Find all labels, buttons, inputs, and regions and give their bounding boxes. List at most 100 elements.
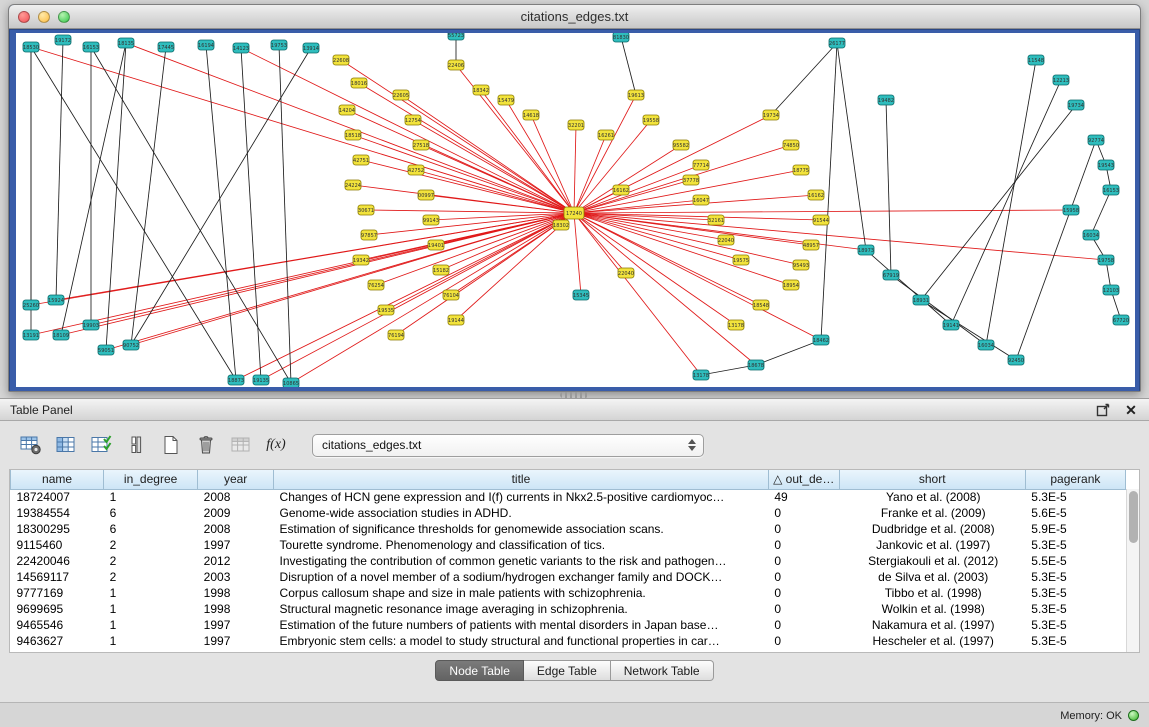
graph-edge[interactable] <box>574 213 736 325</box>
table-cell[interactable]: Corpus callosum shape and size in male p… <box>274 585 769 601</box>
table-cell[interactable]: 1997 <box>198 617 274 633</box>
table-row[interactable]: 911546021997Tourette syndrome. Phenomeno… <box>11 537 1126 553</box>
table-row[interactable]: 1456911722003Disruption of a novel membe… <box>11 569 1126 585</box>
graph-node[interactable] <box>1098 255 1114 265</box>
graph-node[interactable] <box>83 42 99 52</box>
table-cell[interactable]: Yano et al. (2008) <box>839 489 1025 505</box>
graph-node[interactable] <box>813 335 829 345</box>
table-cell[interactable]: 5.5E-5 <box>1025 553 1125 569</box>
graph-node[interactable] <box>598 130 614 140</box>
table-cell[interactable]: Tibbo et al. (1998) <box>839 585 1025 601</box>
graph-edge[interactable] <box>31 213 574 335</box>
graph-node[interactable] <box>253 375 269 385</box>
table-scrollbar-thumb[interactable] <box>1129 491 1138 543</box>
table-cell[interactable]: 1 <box>104 489 198 505</box>
function-builder-icon[interactable]: f(x) <box>263 433 289 457</box>
graph-node[interactable] <box>1083 230 1099 240</box>
graph-node[interactable] <box>693 160 709 170</box>
graph-edge[interactable] <box>951 80 1061 325</box>
graph-edge[interactable] <box>921 105 1076 300</box>
table-cell[interactable]: 2009 <box>198 505 274 521</box>
graph-edge[interactable] <box>574 200 701 213</box>
graph-node[interactable] <box>271 40 287 50</box>
graph-edge[interactable] <box>986 60 1036 345</box>
table-cell[interactable]: de Silva et al. (2003) <box>839 569 1025 585</box>
graph-edge[interactable] <box>1091 190 1111 235</box>
graph-node[interactable] <box>783 140 799 150</box>
graph-node[interactable] <box>878 95 894 105</box>
graph-node[interactable] <box>393 90 409 100</box>
graph-node[interactable] <box>418 190 434 200</box>
table-cell[interactable]: 6 <box>104 521 198 537</box>
table-cell[interactable]: Franke et al. (2009) <box>839 505 1025 521</box>
graph-edge[interactable] <box>279 45 291 383</box>
table-cell[interactable]: 18300295 <box>11 521 104 537</box>
table-cell[interactable]: 1998 <box>198 601 274 617</box>
edit-columns-icon[interactable] <box>88 433 114 457</box>
graph-edge[interactable] <box>236 213 574 380</box>
graph-node[interactable] <box>813 215 829 225</box>
table-cell[interactable]: Dudbridge et al. (2008) <box>839 521 1025 537</box>
graph-node[interactable] <box>23 300 39 310</box>
graph-node[interactable] <box>361 230 377 240</box>
table-cell[interactable]: 5.3E-5 <box>1025 601 1125 617</box>
graph-node[interactable] <box>808 190 824 200</box>
graph-edge[interactable] <box>31 47 574 213</box>
table-cell[interactable]: 1997 <box>198 633 274 649</box>
table-cell[interactable]: 19384554 <box>11 505 104 521</box>
table-cell[interactable]: 2 <box>104 537 198 553</box>
graph-node[interactable] <box>1068 100 1084 110</box>
table-cell[interactable]: 0 <box>768 617 839 633</box>
column-header-out-degree[interactable]: △ out_de… <box>768 470 839 489</box>
table-cell[interactable]: Jankovic et al. (1997) <box>839 537 1025 553</box>
table-cell[interactable]: Tourette syndrome. Phenomenology and cla… <box>274 537 769 553</box>
graph-edge[interactable] <box>291 213 574 383</box>
graph-node[interactable] <box>23 42 39 52</box>
graph-edge[interactable] <box>621 37 636 95</box>
graph-node[interactable] <box>728 320 744 330</box>
table-cell[interactable]: 6 <box>104 505 198 521</box>
table-cell[interactable]: 5.3E-5 <box>1025 633 1125 649</box>
table-cell[interactable]: 9777169 <box>11 585 104 601</box>
graph-node[interactable] <box>353 255 369 265</box>
new-column-icon[interactable] <box>158 433 184 457</box>
graph-node[interactable] <box>233 43 249 53</box>
column-header-short[interactable]: short <box>839 470 1025 489</box>
table-cell[interactable]: 2012 <box>198 553 274 569</box>
table-cell[interactable]: 0 <box>768 569 839 585</box>
graph-node[interactable] <box>368 280 384 290</box>
graph-node[interactable] <box>553 220 569 230</box>
table-cell[interactable]: 0 <box>768 585 839 601</box>
graph-edge[interactable] <box>921 300 1016 360</box>
graph-edge[interactable] <box>56 213 574 300</box>
graph-node[interactable] <box>428 240 444 250</box>
graph-node[interactable] <box>339 105 355 115</box>
graph-edge[interactable] <box>574 125 576 213</box>
graph-node[interactable] <box>1103 285 1119 295</box>
column-header-in-degree[interactable]: in_degree <box>104 470 198 489</box>
graph-node[interactable] <box>783 280 799 290</box>
graph-node[interactable] <box>53 330 69 340</box>
table-cell[interactable]: 1 <box>104 601 198 617</box>
graph-node[interactable] <box>613 33 629 42</box>
graph-node[interactable] <box>618 268 634 278</box>
graph-node[interactable] <box>1008 355 1024 365</box>
graph-node[interactable] <box>283 378 299 387</box>
table-cell[interactable]: 9115460 <box>11 537 104 553</box>
table-row[interactable]: 946362711997Embryonic stem cells: a mode… <box>11 633 1126 649</box>
graph-node[interactable] <box>1088 135 1104 145</box>
table-cell[interactable]: Wolkin et al. (1998) <box>839 601 1025 617</box>
graph-edge[interactable] <box>91 213 574 325</box>
graph-node[interactable] <box>351 78 367 88</box>
table-cell[interactable]: 5.3E-5 <box>1025 489 1125 505</box>
graph-node[interactable] <box>858 245 874 255</box>
table-cell[interactable]: 9699695 <box>11 601 104 617</box>
graph-node[interactable] <box>358 205 374 215</box>
graph-node[interactable] <box>48 295 64 305</box>
graph-node[interactable] <box>793 260 809 270</box>
table-cell[interactable]: 49 <box>768 489 839 505</box>
graph-node[interactable] <box>405 115 421 125</box>
float-panel-icon[interactable] <box>1095 402 1111 418</box>
graph-node[interactable] <box>498 95 514 105</box>
table-cell[interactable]: 5.9E-5 <box>1025 521 1125 537</box>
